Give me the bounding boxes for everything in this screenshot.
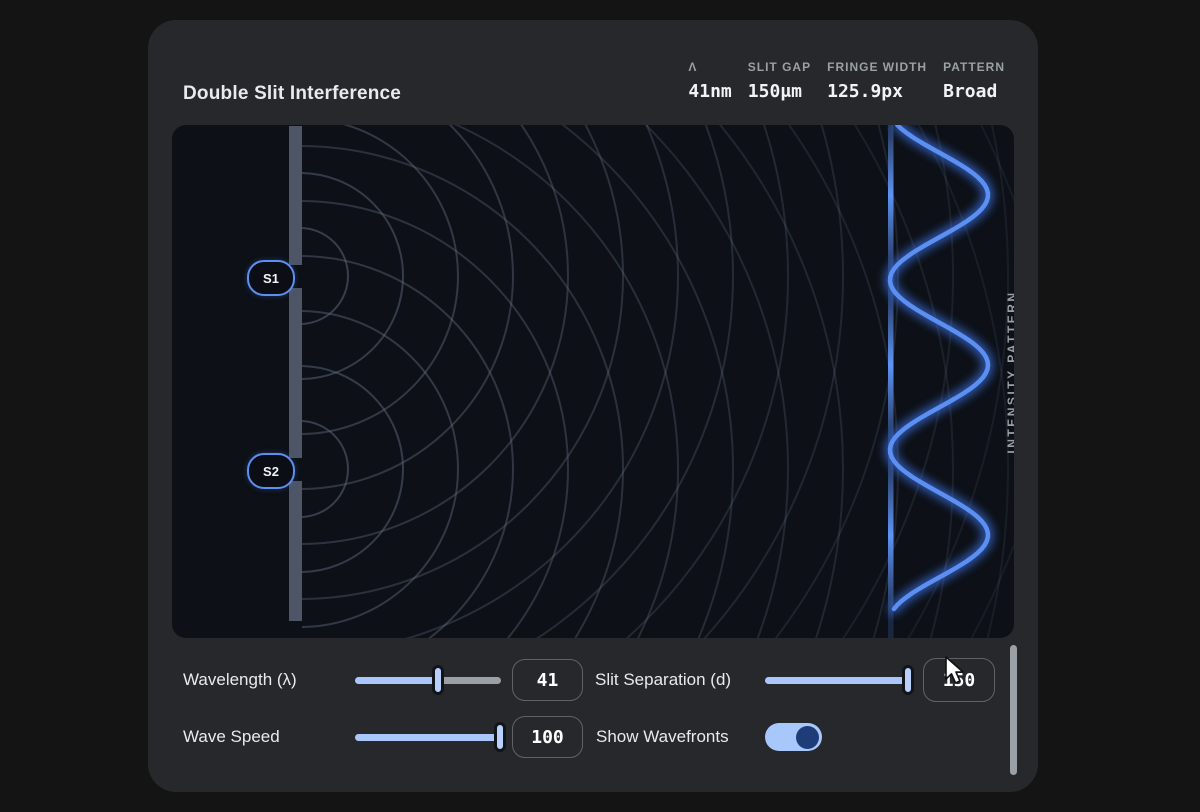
stat-slit-gap: SLIT GAP 150μm <box>748 60 811 102</box>
slit-separation-label: Slit Separation (d) <box>595 670 731 690</box>
barrier <box>289 126 302 621</box>
intensity-pattern-axis-label: INTENSITY PATTERN <box>1005 290 1014 453</box>
stat-pattern: PATTERN Broad <box>943 60 1005 102</box>
wave-speed-value: 100 <box>531 727 564 748</box>
wave-speed-label: Wave Speed <box>183 727 280 747</box>
wavelength-label: Wavelength (λ) <box>183 670 297 690</box>
detection-screen <box>888 125 894 638</box>
wavefront-graphic <box>172 125 1014 638</box>
simulation-canvas[interactable]: S1 S2 INTENSITY PATTERN <box>172 125 1014 638</box>
desktop: { "header": { "title": "Double Slit Inte… <box>0 0 1200 812</box>
show-wavefronts-toggle-knob[interactable] <box>796 726 819 749</box>
slit-separation-value: 150 <box>943 670 976 691</box>
wavelength-slider-thumb[interactable] <box>432 665 444 695</box>
slit1-badge: S1 <box>247 260 295 296</box>
stat-slit-gap-label: SLIT GAP <box>748 60 811 74</box>
stat-pattern-value: Broad <box>943 81 1005 102</box>
wavelength-value-box[interactable]: 41 <box>512 659 583 701</box>
wavelength-slider-track[interactable] <box>355 677 501 684</box>
intensity-curve <box>890 125 988 609</box>
controls-scrollbar[interactable] <box>1010 645 1017 775</box>
slit-separation-slider-thumb[interactable] <box>902 665 914 695</box>
wave-speed-slider-thumb[interactable] <box>494 722 506 752</box>
stat-fringe-width: FRINGE WIDTH 125.9px <box>827 60 927 102</box>
stat-wavelength-label: Λ <box>688 60 731 74</box>
wavelength-value: 41 <box>537 670 559 691</box>
wavelength-slider[interactable] <box>355 672 501 688</box>
slit1-label: S1 <box>263 271 279 286</box>
stat-wavelength-value: 41nm <box>688 81 731 102</box>
stat-wavelength: Λ 41nm <box>688 60 731 102</box>
page-title: Double Slit Interference <box>183 83 401 105</box>
wave-speed-slider[interactable] <box>355 729 503 745</box>
stat-slit-gap-value: 150μm <box>748 81 811 102</box>
app-card: Double Slit Interference Λ 41nm SLIT GAP… <box>148 20 1038 792</box>
stat-pattern-label: PATTERN <box>943 60 1005 74</box>
stat-fringe-width-value: 125.9px <box>827 81 927 102</box>
show-wavefronts-toggle[interactable] <box>765 723 822 751</box>
slit2-badge: S2 <box>247 453 295 489</box>
show-wavefronts-label: Show Wavefronts <box>596 727 729 747</box>
wave-speed-value-box[interactable]: 100 <box>512 716 583 758</box>
slit2-label: S2 <box>263 464 279 479</box>
stats-bar: Λ 41nm SLIT GAP 150μm FRINGE WIDTH 125.9… <box>688 60 1005 102</box>
slit-separation-value-box[interactable]: 150 <box>923 658 995 702</box>
stat-fringe-width-label: FRINGE WIDTH <box>827 60 927 74</box>
slit-separation-slider-track[interactable] <box>765 677 911 684</box>
wave-speed-slider-track[interactable] <box>355 734 503 741</box>
slit-separation-slider[interactable] <box>765 672 911 688</box>
